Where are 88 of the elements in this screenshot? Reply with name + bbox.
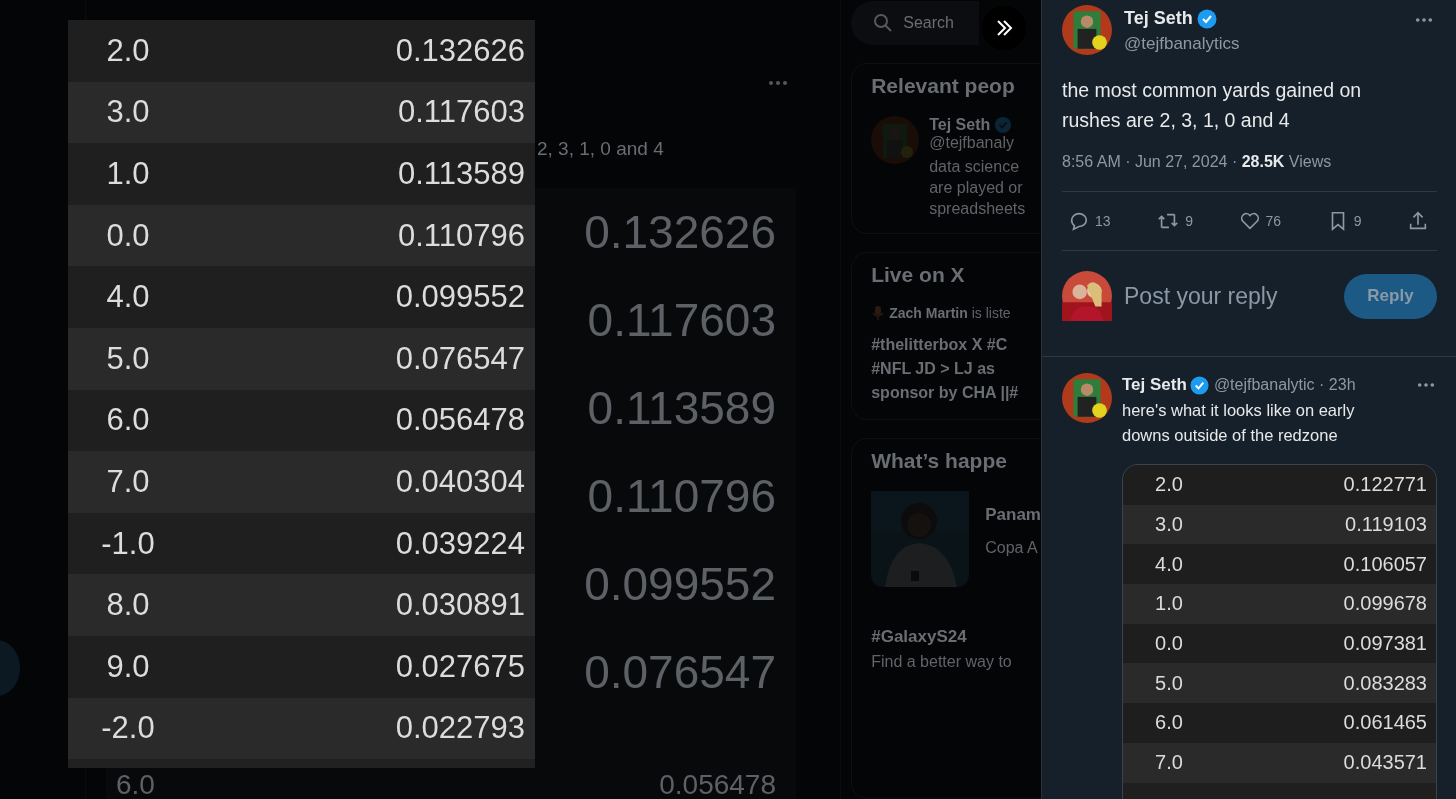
action-count: 76 xyxy=(1265,213,1282,229)
table-cell-text: 4.0 xyxy=(1154,552,1184,576)
more-icon[interactable] xyxy=(1415,17,1433,23)
table-cell: 0.117603 xyxy=(587,293,776,347)
table-cell-text: 0.106057 xyxy=(1343,552,1428,576)
table-cell: 0.099552 xyxy=(584,557,776,611)
table-cell-text: 0.132626 xyxy=(395,32,526,69)
microphone-icon xyxy=(871,305,886,321)
trend-title[interactable]: #GalaxyS24 xyxy=(871,627,1041,647)
table-cell-text: 1.0 xyxy=(105,156,151,192)
listener-text: Zach Martin is liste xyxy=(889,305,1011,321)
user-bio: are played or xyxy=(929,178,1024,198)
trend-subtitle: Copa A xyxy=(985,539,1039,557)
table-cell-text: 0.076547 xyxy=(395,340,526,377)
table-cell-text: 3.0 xyxy=(105,94,151,131)
space-title[interactable]: #thelitterbox X #C xyxy=(871,333,1041,357)
table-cell-text: 0.030891 xyxy=(395,587,526,624)
table-cell-text: 4.0 xyxy=(105,279,151,316)
table-cell-text: 2.0 xyxy=(1154,473,1184,497)
table-cell-text: 6.0 xyxy=(105,402,151,439)
table-cell-text: 0.039224 xyxy=(395,525,526,562)
table-cell-text: 0.122771 xyxy=(1343,473,1428,497)
table-cell-text: 0.043571 xyxy=(1343,751,1428,775)
table-cell: 0.056478 xyxy=(659,771,776,799)
heart-icon[interactable] xyxy=(1238,210,1261,232)
table-cell-text: 5.0 xyxy=(105,340,151,377)
search-icon xyxy=(873,13,894,33)
user-name[interactable]: Tej Seth xyxy=(929,116,991,134)
user-bio: data science xyxy=(929,157,1021,177)
action-count: 13 xyxy=(1095,213,1111,229)
table-cell-text: 0.097381 xyxy=(1343,632,1428,656)
table-cell-text: 2.0 xyxy=(105,32,151,69)
table-cell-text: 0.113589 xyxy=(398,156,526,192)
trend-subtitle: Find a better way to xyxy=(871,653,1013,671)
table-cell-text: 0.027675 xyxy=(395,648,526,685)
post-text: here's what it looks like on early downs outside of the redzone xyxy=(1122,400,1356,446)
action-count: 9 xyxy=(1185,213,1193,229)
more-icon[interactable] xyxy=(768,80,789,86)
table-cell-text: 0.022793 xyxy=(395,710,526,747)
user-bio: spreadsheets xyxy=(929,199,1026,219)
table-cell-text: 6.0 xyxy=(1154,711,1184,735)
user-name[interactable]: Tej Seth xyxy=(1124,8,1193,29)
table-cell-text: 8.0 xyxy=(105,587,151,624)
user-handle: @tejfbanaly xyxy=(929,134,1015,152)
table-cell-text: -2.0 xyxy=(100,710,156,747)
table-cell-text: 0.061465 xyxy=(1343,711,1428,735)
table-cell-text: 0.099678 xyxy=(1343,592,1428,616)
space-title[interactable]: sponsor by CHA ||# xyxy=(871,381,1041,405)
table-cell: 0.113589 xyxy=(587,381,776,435)
user-handle: @tejfbanalytics xyxy=(1124,34,1241,54)
action-count: 9 xyxy=(1353,213,1362,229)
table-cell-text: 0.099552 xyxy=(395,279,526,316)
table-cell-text: 3.0 xyxy=(1154,513,1184,537)
table-cell-text: 7.0 xyxy=(105,463,151,500)
table-cell-text: 1.0 xyxy=(1154,592,1184,616)
table-cell-text: -1.0 xyxy=(100,525,156,562)
table-cell-text: 0.083283 xyxy=(1343,671,1428,695)
table-cell-text: 0.119103 xyxy=(1345,513,1428,537)
table-cell-text: 0.0 xyxy=(1154,632,1184,656)
more-icon[interactable] xyxy=(1417,382,1435,388)
section-title: Live on X xyxy=(871,263,966,287)
table-cell: 0.132626 xyxy=(584,205,776,259)
table-cell-text: 0.040304 xyxy=(395,463,526,500)
post-text: 2, 3, 1, 0 and 4 xyxy=(537,138,664,159)
user-handle: @tejfbanalytic · 23h xyxy=(1213,376,1356,394)
post-text: the most common yards gained on rushes are 2, 3, 1, 0 and 4 xyxy=(1062,78,1363,133)
table-cell-text: 0.117603 xyxy=(398,94,526,131)
section-title: What’s happe xyxy=(871,449,1008,473)
table-cell-text: 0.0 xyxy=(105,217,151,254)
user-name[interactable]: Tej Seth xyxy=(1122,375,1187,395)
table-cell-text: 9.0 xyxy=(105,648,151,685)
section-title: Relevant peop xyxy=(871,74,1016,98)
table-cell: 0.110796 xyxy=(587,469,776,523)
table-cell-text: 5.0 xyxy=(1154,671,1184,695)
table-cell-text: 7.0 xyxy=(1154,751,1184,775)
share-icon[interactable] xyxy=(1407,210,1429,232)
reply-icon[interactable] xyxy=(1068,210,1090,232)
table-cell-text: 0.056478 xyxy=(395,402,526,439)
trend-title[interactable]: Panam xyxy=(985,505,1041,525)
post-meta: 8:56 AM · Jun 27, 2024 · 28.5K Views xyxy=(1062,153,1437,192)
space-title[interactable]: #NFL JD > LJ as xyxy=(871,357,1041,381)
table-cell-text: 0.110796 xyxy=(398,217,526,254)
post-image[interactable]: 2.0 0.122771 3.0 0.119103 4.0 0.106057 1.0 0.099678 0.0 0.097381 5.0 0.083283 6.0 0.061465 7.0 0.043571 xyxy=(1122,464,1437,799)
table-cell: 0.076547 xyxy=(584,645,776,699)
search-field[interactable]: Search xyxy=(851,1,980,45)
double-chevron-icon xyxy=(994,18,1014,38)
table-cell: 6.0 xyxy=(116,771,155,799)
expand-button[interactable] xyxy=(982,6,1026,50)
